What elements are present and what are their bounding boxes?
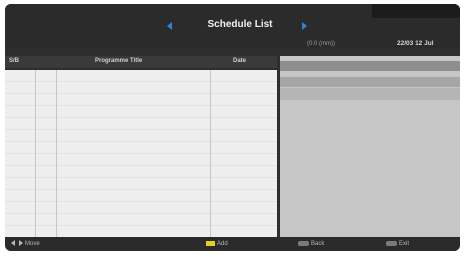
column-header-programme-title: Programme Title [95, 58, 143, 64]
exit-key-icon [386, 240, 397, 246]
move-hint[interactable]: Move [11, 240, 40, 248]
move-label: Move [25, 241, 40, 247]
detail-bar [280, 61, 460, 71]
table-row[interactable] [5, 82, 277, 94]
table-row[interactable] [5, 154, 277, 166]
column-divider [35, 70, 36, 237]
detail-bar [280, 77, 460, 87]
table-row[interactable] [5, 166, 277, 178]
page-title: Schedule List [207, 19, 273, 30]
exit-label: Exit [399, 241, 410, 247]
detail-panel [280, 56, 460, 237]
schedule-list-screen: Schedule List (0:0 (mm)) 22/03 12 Jul S/… [5, 4, 460, 251]
exit-button[interactable]: Exit [386, 240, 409, 248]
table-row[interactable] [5, 142, 277, 154]
table-row[interactable] [5, 178, 277, 190]
title-row: Schedule List [5, 19, 460, 35]
add-button[interactable]: Add [206, 240, 228, 248]
table-row[interactable] [5, 190, 277, 202]
column-divider [210, 70, 211, 237]
column-header-sn: S/B [9, 58, 20, 64]
table-header: S/B Programme Title Date [5, 56, 277, 68]
table-row[interactable] [5, 118, 277, 130]
time-readout: (0:0 (mm)) [307, 41, 335, 47]
back-button[interactable]: Back [298, 240, 324, 248]
add-label: Add [217, 241, 228, 247]
back-label: Back [311, 241, 325, 247]
column-header-date: Date [233, 58, 247, 64]
table-row[interactable] [5, 214, 277, 226]
date-readout: 22/03 12 Jul [397, 40, 434, 47]
table-row[interactable] [5, 202, 277, 214]
back-key-icon [298, 240, 309, 246]
yellow-key-icon [206, 240, 215, 246]
table-row[interactable] [5, 106, 277, 118]
header-top-band [372, 4, 460, 18]
schedule-table[interactable] [5, 70, 277, 238]
column-divider [56, 70, 57, 237]
right-arrow-icon[interactable] [302, 22, 307, 30]
table-row[interactable] [5, 70, 277, 82]
left-arrow-icon[interactable] [167, 22, 172, 30]
table-row[interactable] [5, 130, 277, 142]
detail-bar [280, 88, 460, 100]
move-icon [11, 240, 23, 247]
header: Schedule List (0:0 (mm)) 22/03 12 Jul [5, 4, 460, 48]
footer: Move Add Back Exit [5, 237, 460, 251]
table-row[interactable] [5, 94, 277, 106]
